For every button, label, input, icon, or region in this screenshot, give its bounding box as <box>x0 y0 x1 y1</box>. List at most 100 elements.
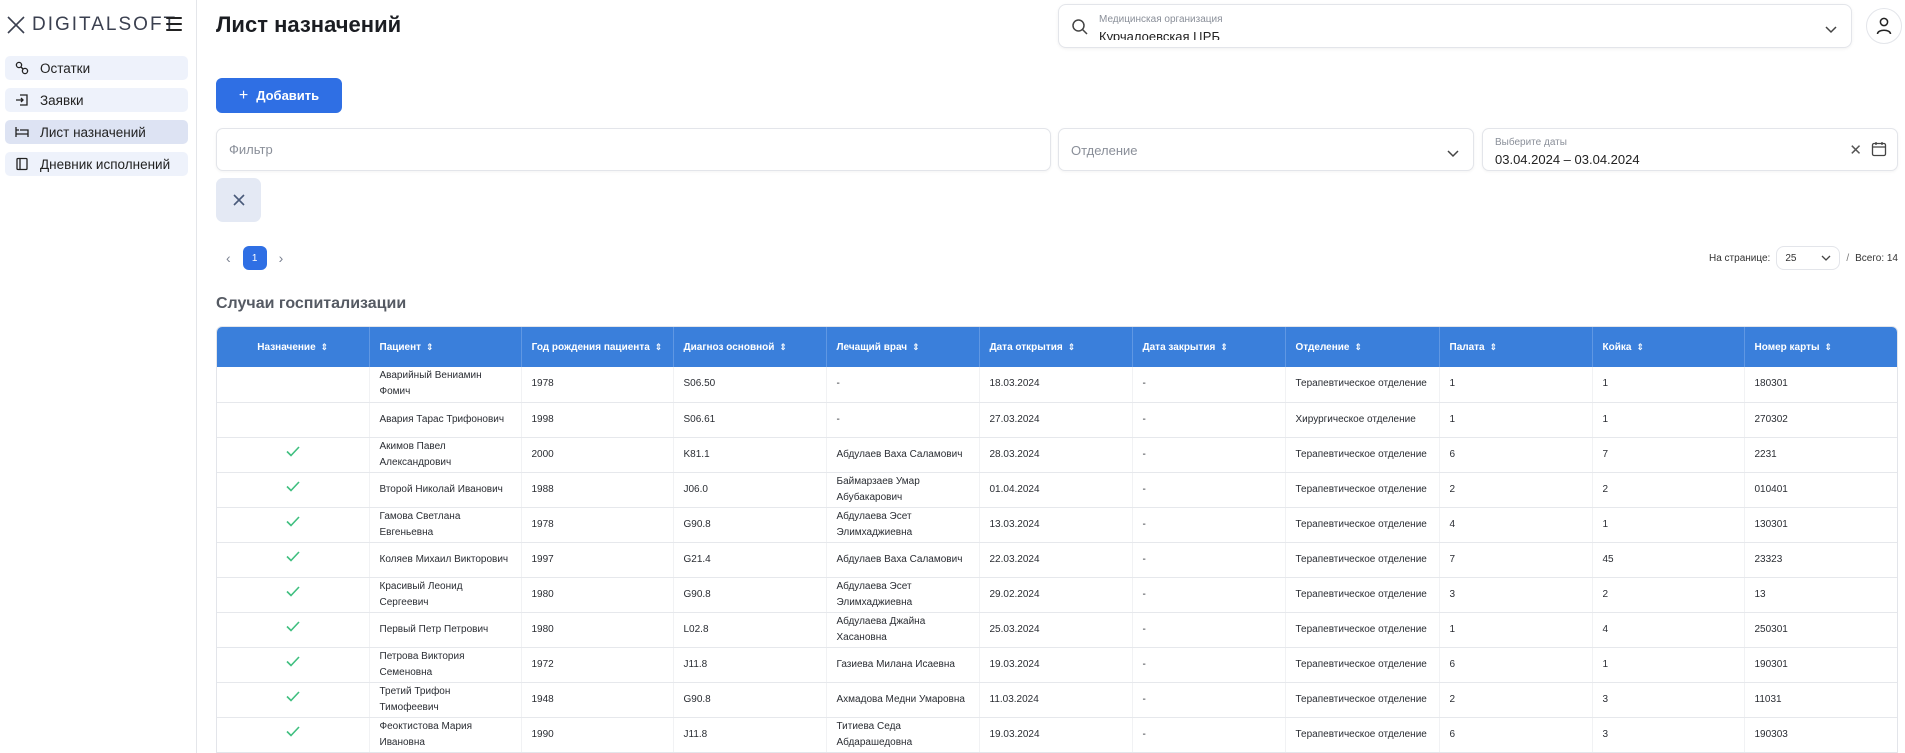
plus-icon: + <box>238 86 249 104</box>
column-header-bed[interactable]: Койка ⇕ <box>1592 327 1745 367</box>
cell-prescription <box>217 647 370 683</box>
organization-select[interactable]: Медицинская организация Курчалоевская ЦР… <box>1058 4 1852 48</box>
sort-icon: ⇕ <box>1354 341 1363 352</box>
cell-prescription <box>217 612 370 648</box>
column-header-card-number[interactable]: Номер карты ⇕ <box>1744 327 1897 367</box>
date-range-field[interactable]: Выберите даты 03.04.2024 – 03.04.2024 ✕ <box>1482 128 1898 171</box>
cell-patient: Феоктистова Мария Ивановна <box>369 717 522 752</box>
cell-doctor: - <box>826 367 980 403</box>
cell-diagnosis: G90.8 <box>673 507 827 543</box>
column-header-doctor[interactable]: Лечащий врач ⇕ <box>826 327 980 367</box>
cell-open-date: 19.03.2024 <box>979 717 1133 752</box>
sidebar-item-prescriptions[interactable]: Лист назначений <box>5 120 188 144</box>
sort-icon: ⇕ <box>1489 341 1498 352</box>
column-header-prescription[interactable]: Назначение ⇕ <box>217 327 370 367</box>
table-row[interactable]: Красивый Леонид Сергеевич 1980 G90.8 Абдула… <box>217 577 1897 613</box>
sort-icon: ⇕ <box>779 341 787 352</box>
cell-open-date: 29.02.2024 <box>979 577 1133 613</box>
page-button-current[interactable]: 1 <box>242 246 267 270</box>
cell-open-date: 11.03.2024 <box>979 682 1133 718</box>
column-header-open-date[interactable]: Дата открытия ⇕ <box>979 327 1133 367</box>
clear-date-icon[interactable]: ✕ <box>1849 141 1862 159</box>
search-icon <box>1071 18 1089 41</box>
table-row[interactable]: Акимов Павел Александрович 2000 K81.1 Абдул… <box>217 437 1897 473</box>
cell-ward: 7 <box>1439 542 1593 578</box>
department-select[interactable]: Отделение <box>1058 128 1474 171</box>
table-row[interactable]: Аварийный Вениамин Фомич 1978 S06.50-18.03… <box>217 367 1897 403</box>
table-row[interactable]: Феоктистова Мария Ивановна 1990 J11.8 Титие… <box>217 717 1897 752</box>
cell-card-number: 130301 <box>1744 507 1897 543</box>
table-row[interactable]: Коляев Михаил Викторович 1997 G21.4 Абдулае… <box>217 542 1897 578</box>
prev-page-button[interactable]: ‹ <box>226 250 231 266</box>
cell-ward: 3 <box>1439 577 1593 613</box>
user-icon <box>1876 17 1892 35</box>
next-page-button[interactable]: › <box>279 250 284 266</box>
per-page-label: На странице: <box>1708 252 1771 264</box>
check-icon <box>286 621 300 632</box>
table-row[interactable]: Второй Николай Иванович 1988 J06.0 Баймарза… <box>217 472 1897 508</box>
cell-bed: 3 <box>1592 682 1745 718</box>
cell-card-number: 250301 <box>1744 612 1897 648</box>
cell-close-date: - <box>1132 402 1286 438</box>
sort-icon: ⇕ <box>1067 341 1076 352</box>
calendar-icon[interactable] <box>1871 141 1887 162</box>
cell-bed: 1 <box>1592 647 1745 683</box>
journal-icon <box>15 157 29 171</box>
table-row[interactable]: Авария Тарас Трифонович 1998 S06.61-27.03.… <box>217 402 1897 438</box>
per-page-select[interactable]: 25 <box>1776 246 1841 270</box>
cell-card-number: 11031 <box>1744 682 1897 718</box>
sidebar-item-remains[interactable]: Остатки <box>5 56 188 80</box>
user-profile-button[interactable] <box>1866 8 1902 44</box>
logo-mark-icon <box>7 16 25 34</box>
add-button[interactable]: + Добавить <box>216 78 342 113</box>
cell-doctor: Абдулаева Эсет Элимхаджиевна <box>826 577 980 613</box>
check-icon <box>286 481 300 492</box>
sort-icon: ⇕ <box>654 341 663 352</box>
sidebar-item-requests[interactable]: Заявки <box>5 88 188 112</box>
cell-birth-year: 1988 <box>521 472 674 508</box>
table-row[interactable]: Петрова Виктория Семеновна 1972 J11.8 Газие… <box>217 647 1897 683</box>
column-header-ward[interactable]: Палата ⇕ <box>1439 327 1593 367</box>
cell-ward: 6 <box>1439 437 1593 473</box>
filter-input[interactable] <box>216 128 1051 171</box>
column-header-diagnosis[interactable]: Диагноз основной ⇕ <box>673 327 827 367</box>
cell-open-date: 28.03.2024 <box>979 437 1133 473</box>
cell-diagnosis: G90.8 <box>673 577 827 613</box>
cell-diagnosis: J06.0 <box>673 472 827 508</box>
cell-birth-year: 1978 <box>521 367 674 403</box>
column-header-patient[interactable]: Пациент ⇕ <box>369 327 522 367</box>
section-title: Случаи госпитализации <box>216 295 407 312</box>
sidebar-item-label: Остатки <box>40 60 91 76</box>
table-row[interactable]: Третий Трифон Тимофеевич 1948 G90.8 Ахмадов… <box>217 682 1897 718</box>
cell-card-number: 010401 <box>1744 472 1897 508</box>
sort-icon: ⇕ <box>1824 341 1833 352</box>
cell-ward: 1 <box>1439 402 1593 438</box>
cell-birth-year: 1998 <box>521 402 674 438</box>
cell-ward: 6 <box>1439 647 1593 683</box>
cell-doctor: Газиева Милана Исаевна <box>826 647 980 683</box>
column-header-birth-year[interactable]: Год рождения пациента ⇕ <box>521 327 674 367</box>
logo: DIGITALSOFT <box>6 14 177 36</box>
cell-ward: 6 <box>1439 717 1593 752</box>
menu-toggle-icon[interactable] <box>166 17 182 31</box>
table-row[interactable]: Первый Петр Петрович 1980 L02.8 Абдулаева Д… <box>217 612 1897 648</box>
column-header-close-date[interactable]: Дата закрытия ⇕ <box>1132 327 1286 367</box>
cell-birth-year: 1997 <box>521 542 674 578</box>
table-row[interactable]: Гамова Светлана Евгеньевна 1978 G90.8 Абдул… <box>217 507 1897 543</box>
cell-close-date: - <box>1132 542 1286 578</box>
reset-filters-button[interactable] <box>216 178 261 222</box>
cell-bed: 2 <box>1592 577 1745 613</box>
logo-text: DIGITALSOFT <box>32 14 178 35</box>
cell-doctor: - <box>826 402 980 438</box>
cell-prescription <box>217 472 370 508</box>
check-icon <box>286 516 300 527</box>
cell-open-date: 01.04.2024 <box>979 472 1133 508</box>
sidebar-item-journal[interactable]: Дневник исполнений <box>5 152 188 176</box>
cell-patient: Гамова Светлана Евгеньевна <box>369 507 522 543</box>
cell-department: Терапевтическое отделение <box>1285 682 1440 718</box>
cell-birth-year: 1990 <box>521 717 674 752</box>
cell-open-date: 27.03.2024 <box>979 402 1133 438</box>
column-header-department[interactable]: Отделение ⇕ <box>1285 327 1440 367</box>
page-title: Лист назначений <box>216 12 402 37</box>
cell-patient: Первый Петр Петрович <box>369 612 522 648</box>
